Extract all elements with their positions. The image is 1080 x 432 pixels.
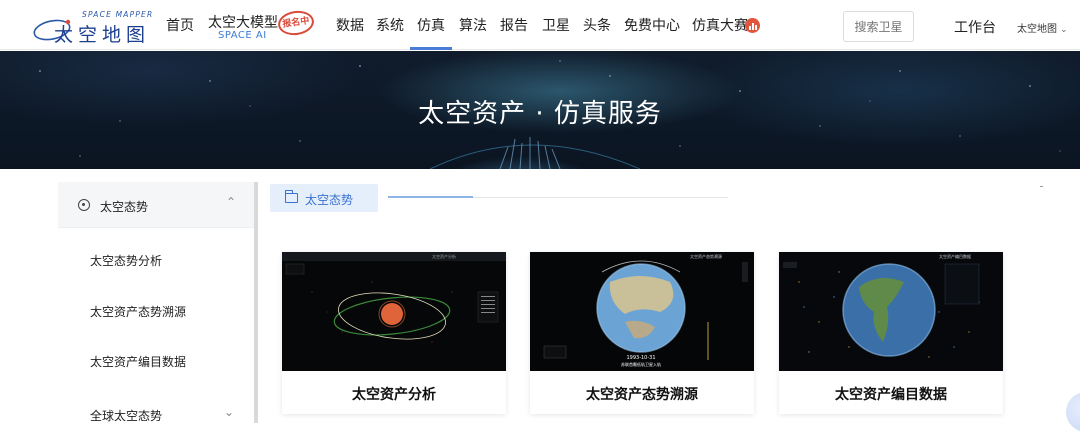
thumb-title: 太空资产分析 [432, 253, 456, 259]
sidebar-item-asset-trace[interactable]: 太空资产态势溯源 [90, 303, 186, 320]
card-asset-analysis[interactable]: 太空资产分析 太空资产分析 [282, 252, 506, 414]
nav-item-report[interactable]: 报告 [500, 16, 528, 36]
scroll-hint [1040, 186, 1043, 187]
card-asset-trace[interactable]: 太空资产态势溯源 1993-10-31 苏联首颗低轨卫星入轨 太空资产态势溯源 [530, 252, 754, 414]
sidebar-item-global-situation[interactable]: 全球太空态势 ⌄ [90, 405, 234, 424]
sidebar-group-space-situation[interactable]: 太空态势 ⌃ [58, 182, 254, 228]
nav-space-ai-model[interactable]: 太空大模型 SPACE AI 报名中 [206, 8, 316, 44]
nav-item-satellite[interactable]: 卫星 [542, 16, 570, 36]
nav-item-free-center[interactable]: 免费中心 [624, 16, 680, 36]
category-tag[interactable]: 太空态势 [270, 184, 378, 212]
sidebar-group-label: 太空态势 [100, 200, 149, 214]
sidebar-item-label: 全球太空态势 [90, 409, 163, 423]
hot-chart-icon [745, 18, 760, 33]
nav-item-simulation-contest[interactable]: 仿真大赛 [692, 16, 748, 36]
nav-item-simulation[interactable]: 仿真 [417, 16, 445, 36]
workbench-link[interactable]: 工作台 [954, 17, 996, 37]
active-nav-indicator [410, 47, 452, 50]
globe-visual: 太空资产态势溯源 1993-10-31 苏联首颗低轨卫星入轨 [530, 252, 754, 371]
floating-assistant-button[interactable] [1066, 392, 1080, 432]
category-tag-label: 太空态势 [305, 193, 354, 207]
map-selector-dropdown[interactable]: 太空地图 ⌄ [1017, 20, 1068, 35]
nav-home[interactable]: 首页 [166, 16, 194, 36]
banner-title: 太空资产 · 仿真服务 [418, 99, 662, 129]
sidebar-scrollbar[interactable] [254, 182, 258, 423]
tab-active-indicator [388, 196, 473, 198]
sidebar-item-catalog-data[interactable]: 太空资产编目数据 [90, 353, 186, 370]
globe-visual: 太空资产编目数据 [779, 252, 1003, 371]
nav-item-data[interactable]: 数据 [336, 16, 364, 36]
sidebar: 太空态势 ⌃ 太空态势分析 太空资产态势溯源 太空资产编目数据 全球太空态势 ⌄ [58, 182, 254, 423]
aperture-icon [78, 199, 90, 211]
thumb-title: 太空资产编目数据 [939, 253, 971, 259]
model-title: 太空大模型 [208, 15, 278, 31]
nav-item-algorithm[interactable]: 算法 [459, 16, 487, 36]
logo-chinese: 太空地图 [54, 24, 151, 46]
sidebar-item-situation-analysis[interactable]: 太空态势分析 [90, 252, 162, 269]
chevron-up-icon: ⌃ [225, 195, 236, 209]
model-subtitle: SPACE AI [218, 30, 267, 41]
thumb-caption: 苏联首颗低轨卫星入轨 [621, 361, 661, 367]
map-selector-label: 太空地图 [1017, 24, 1057, 35]
nav-item-headlines[interactable]: 头条 [583, 16, 611, 36]
chevron-down-icon: ⌄ [1060, 25, 1068, 35]
card-thumbnail: 太空资产编目数据 [779, 252, 1003, 371]
card-thumbnail: 太空资产态势溯源 1993-10-31 苏联首颗低轨卫星入轨 [530, 252, 754, 371]
search-satellite-input[interactable] [843, 11, 914, 42]
card-title: 太空资产分析 [352, 387, 436, 403]
site-logo[interactable]: SPACE MAPPER 太空地图 [32, 10, 157, 46]
card-thumbnail: 太空资产分析 [282, 252, 506, 371]
card-title: 太空资产编目数据 [835, 387, 947, 403]
folder-icon [285, 190, 298, 203]
card-catalog-data[interactable]: 太空资产编目数据 太空资产编目数据 [779, 252, 1003, 414]
chevron-down-icon: ⌄ [224, 405, 235, 419]
card-title: 太空资产态势溯源 [586, 387, 698, 403]
hero-banner: 太空资产 · 仿真服务 [0, 51, 1080, 169]
nav-item-system[interactable]: 系统 [376, 16, 404, 36]
top-navbar: SPACE MAPPER 太空地图 首页 太空大模型 SPACE AI 报名中 … [0, 0, 1080, 50]
registration-stamp-badge: 报名中 [276, 8, 316, 38]
logo-english: SPACE MAPPER [82, 10, 154, 19]
orbit-visual: 太空资产分析 [282, 252, 506, 343]
thumb-title: 太空资产态势溯源 [690, 253, 722, 259]
thumb-date: 1993-10-31 [626, 355, 655, 361]
